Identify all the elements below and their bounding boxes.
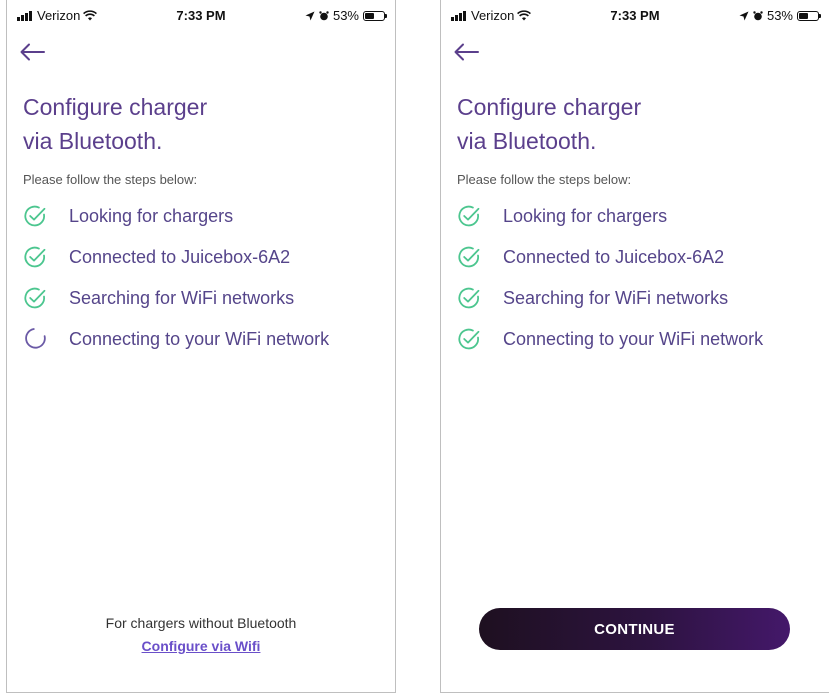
location-icon <box>739 11 749 20</box>
title-line-2: via Bluetooth. <box>457 128 597 154</box>
check-circle-icon <box>458 287 480 309</box>
check-circle-icon <box>458 246 480 268</box>
step-label: Looking for chargers <box>69 206 234 226</box>
battery-percent: 53% <box>332 8 359 23</box>
title-line-2: via Bluetooth. <box>23 128 163 154</box>
step-label: Searching for WiFi networks <box>69 288 295 308</box>
check-circle-icon <box>24 246 46 268</box>
alarm-icon <box>753 10 763 20</box>
status-right: 53% <box>305 8 387 23</box>
instructions-text: Please follow the steps below: <box>457 172 632 187</box>
check-circle-icon <box>24 205 46 227</box>
page-title: Configure charger via Bluetooth. <box>457 90 797 158</box>
check-circle-icon <box>458 205 480 227</box>
phone-screen-left: Verizon 7:33 PM 53% Configure charger vi… <box>6 0 396 693</box>
status-right: 53% <box>739 8 821 23</box>
step-label: Searching for WiFi networks <box>503 288 729 308</box>
phone-screen-right: Verizon 7:33 PM 53% Configure charger vi… <box>440 0 829 693</box>
back-arrow-icon[interactable] <box>451 36 481 66</box>
back-arrow-icon[interactable] <box>17 36 47 66</box>
battery-percent: 53% <box>766 8 793 23</box>
step-label: Connecting to your WiFi network <box>503 329 764 349</box>
title-line-1: Configure charger <box>457 94 642 120</box>
alarm-icon <box>319 10 329 20</box>
check-circle-icon <box>24 287 46 309</box>
location-icon <box>305 11 315 20</box>
step-label: Looking for chargers <box>503 206 668 226</box>
step-label: Connecting to your WiFi network <box>69 329 330 349</box>
step-label: Connected to Juicebox-6A2 <box>503 247 725 267</box>
loading-spinner-icon <box>25 328 46 349</box>
continue-button[interactable]: CONTINUE <box>479 608 790 650</box>
battery-icon <box>797 10 821 21</box>
page-title: Configure charger via Bluetooth. <box>23 90 363 158</box>
instructions-text: Please follow the steps below: <box>23 172 198 187</box>
battery-icon <box>363 10 387 21</box>
check-circle-icon <box>458 328 480 350</box>
status-bar: Verizon 7:33 PM 53% <box>441 4 829 24</box>
status-bar: Verizon 7:33 PM 53% <box>7 4 395 24</box>
title-line-1: Configure charger <box>23 94 208 120</box>
step-label: Connected to Juicebox-6A2 <box>69 247 291 267</box>
footer-note: For chargers without Bluetooth <box>105 615 297 631</box>
configure-via-wifi-link[interactable]: Configure via Wifi <box>7 638 395 654</box>
